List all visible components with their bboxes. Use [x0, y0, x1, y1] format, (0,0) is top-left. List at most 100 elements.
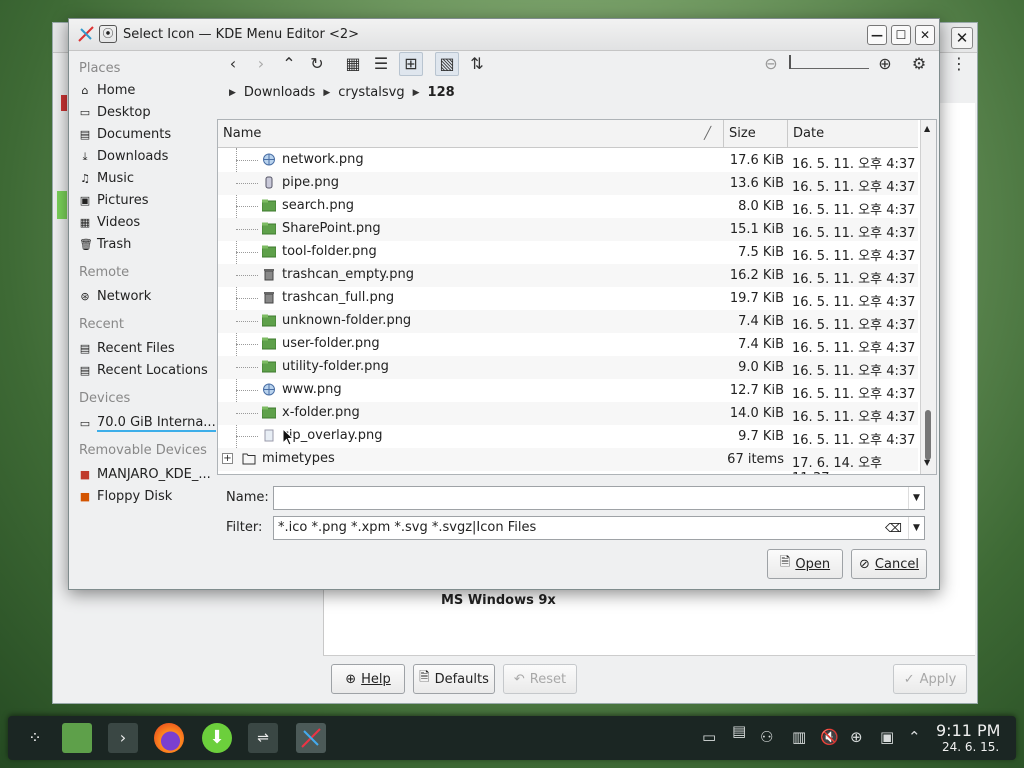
- icon-view-icon[interactable]: ▦: [341, 52, 365, 76]
- column-header: Name Size Date: [218, 120, 918, 148]
- cancel-button[interactable]: ⊘ Cancel: [851, 549, 927, 579]
- back-icon[interactable]: ‹: [221, 52, 245, 76]
- reload-icon[interactable]: ↻: [305, 52, 329, 76]
- clipboard-icon[interactable]: ▤: [732, 722, 746, 740]
- vertical-scrollbar[interactable]: ▲ ▼: [920, 120, 936, 474]
- place-pictures[interactable]: ▣ Pictures: [79, 193, 149, 208]
- place-downloads[interactable]: ⤓ Downloads: [79, 149, 169, 164]
- name-field[interactable]: ▼: [273, 486, 925, 510]
- drive-icon: ▭: [79, 417, 91, 430]
- minimize-button[interactable]: —: [867, 25, 887, 45]
- file-row[interactable]: trashcan_full.png 19.7 KiB 16. 5. 11. 오후 4…: [218, 287, 918, 310]
- zoom-out-icon[interactable]: ⊖: [759, 52, 783, 76]
- settings-icon[interactable]: ⇌: [248, 723, 278, 753]
- place-trash[interactable]: 🗑 Trash: [79, 237, 131, 252]
- download-manager-icon[interactable]: ⬇: [202, 723, 232, 753]
- crumb-crystalsvg[interactable]: crystalsvg: [338, 85, 404, 100]
- scroll-up-icon[interactable]: ▲: [924, 124, 930, 133]
- file-manager-icon[interactable]: [62, 723, 92, 753]
- column-name[interactable]: Name: [218, 120, 724, 148]
- terminal-icon[interactable]: ›: [108, 723, 138, 753]
- scrollbar-thumb[interactable]: [925, 410, 931, 460]
- detail-view-icon[interactable]: ☰: [369, 52, 393, 76]
- battery-icon[interactable]: ▥: [792, 728, 806, 746]
- cancel-icon: ⊘: [859, 556, 870, 572]
- apply-button[interactable]: ✓ Apply: [893, 664, 967, 694]
- clock-date[interactable]: 24. 6. 15.: [942, 740, 999, 754]
- network-globe-icon[interactable]: ⊕: [850, 728, 863, 746]
- file-row[interactable]: www.png 12.7 KiB 16. 5. 11. 오후 4:37: [218, 379, 918, 402]
- place-documents[interactable]: ▤ Documents: [79, 127, 171, 142]
- open-button[interactable]: 🗎 Open: [767, 549, 843, 579]
- help-button[interactable]: ⊕ Help: [331, 664, 405, 694]
- file-size: 13.6 KiB: [729, 176, 784, 191]
- connect-icon[interactable]: ⚇: [760, 728, 773, 746]
- file-date: 16. 5. 11. 오후 4:37: [792, 410, 916, 425]
- menu-icon[interactable]: ⦿: [99, 25, 117, 43]
- place-music[interactable]: ♫ Music: [79, 171, 134, 186]
- reset-button[interactable]: ↶ Reset: [503, 664, 577, 694]
- place-home[interactable]: ⌂ Home: [79, 83, 136, 98]
- tree-view-icon[interactable]: ⊞: [399, 52, 423, 76]
- app-launcher-icon[interactable]: ⁘: [20, 723, 50, 753]
- place-manjaro-usb[interactable]: ■ MANJARO_KDE_...: [79, 467, 211, 482]
- options-icon[interactable]: ⚙: [907, 52, 931, 76]
- place-internal-drive[interactable]: ▭ 70.0 GiB Interna...: [79, 415, 216, 432]
- chevron-down-icon[interactable]: ▼: [908, 517, 924, 539]
- volume-muted-icon[interactable]: 🔇: [820, 728, 839, 746]
- place-recent-locations[interactable]: ▤ Recent Locations: [79, 363, 208, 378]
- menu-dots-icon[interactable]: ⋮: [947, 52, 971, 76]
- file-row[interactable]: pipe.png 13.6 KiB 16. 5. 11. 오후 4:37: [218, 172, 918, 195]
- expand-tray-icon[interactable]: ⌃: [908, 728, 921, 746]
- maximize-button[interactable]: ☐: [891, 25, 911, 45]
- place-label: Floppy Disk: [97, 489, 173, 504]
- file-row[interactable]: unknown-folder.png 7.4 KiB 16. 5. 11. 오후 4…: [218, 310, 918, 333]
- place-floppy[interactable]: ■ Floppy Disk: [79, 489, 173, 504]
- place-videos[interactable]: ▦ Videos: [79, 215, 140, 230]
- clock-time[interactable]: 9:11 PM: [936, 721, 1000, 740]
- sort-icon[interactable]: ⇅: [465, 52, 489, 76]
- file-row[interactable]: x-folder.png 14.0 KiB 16. 5. 11. 오후 4:37: [218, 402, 918, 425]
- file-row[interactable]: SharePoint.png 15.1 KiB 16. 5. 11. 오후 4:37: [218, 218, 918, 241]
- filter-field[interactable]: *.ico *.png *.xpm *.svg *.svgz|Icon File…: [273, 516, 925, 540]
- defaults-button[interactable]: 🗎 Defaults: [413, 664, 495, 694]
- videos-icon: ▦: [79, 216, 91, 229]
- file-row[interactable]: mimetypes 67 items 17. 6. 14. 오후 11:37 +: [218, 448, 918, 474]
- file-row[interactable]: zip_overlay.png 9.7 KiB 16. 5. 11. 오후 4:37: [218, 425, 918, 448]
- chevron-down-icon[interactable]: ▼: [908, 487, 924, 509]
- kde-menu-editor-task-icon[interactable]: [296, 723, 326, 753]
- sort-indicator-icon: ╱: [704, 126, 712, 140]
- tree-branch: [236, 275, 258, 276]
- up-icon[interactable]: ⌃: [277, 52, 301, 76]
- display-icon[interactable]: ▣: [880, 728, 894, 746]
- place-desktop[interactable]: ▭ Desktop: [79, 105, 151, 120]
- close-button[interactable]: ✕: [915, 25, 935, 45]
- file-size: 67 items: [727, 452, 784, 467]
- crumb-downloads[interactable]: Downloads: [244, 85, 315, 100]
- firefox-icon[interactable]: [154, 723, 184, 753]
- place-label: Network: [97, 289, 152, 304]
- parent-close-button[interactable]: ✕: [951, 27, 973, 49]
- scroll-down-icon[interactable]: ▼: [924, 458, 930, 467]
- file-row[interactable]: trashcan_empty.png 16.2 KiB 16. 5. 11. 오후 …: [218, 264, 918, 287]
- section-places: Places: [79, 61, 121, 76]
- forward-icon[interactable]: ›: [249, 52, 273, 76]
- file-row[interactable]: tool-folder.png 7.5 KiB 16. 5. 11. 오후 4:37: [218, 241, 918, 264]
- window-icon[interactable]: ▭: [702, 728, 716, 746]
- file-size: 7.4 KiB: [738, 337, 784, 352]
- file-row[interactable]: network.png 17.6 KiB 16. 5. 11. 오후 4:37: [218, 149, 918, 172]
- file-row[interactable]: search.png 8.0 KiB 16. 5. 11. 오후 4:37: [218, 195, 918, 218]
- file-row[interactable]: utility-folder.png 9.0 KiB 16. 5. 11. 오후 4…: [218, 356, 918, 379]
- column-date[interactable]: Date: [788, 120, 918, 148]
- place-network[interactable]: ⊛ Network: [79, 289, 151, 304]
- expand-icon[interactable]: +: [222, 453, 233, 464]
- zoom-in-icon[interactable]: ⊕: [873, 52, 897, 76]
- clear-icon[interactable]: ⌫: [885, 517, 902, 539]
- place-recent-files[interactable]: ▤ Recent Files: [79, 341, 175, 356]
- column-size[interactable]: Size: [724, 120, 788, 148]
- zoom-slider-handle[interactable]: [789, 55, 791, 69]
- zoom-slider[interactable]: [789, 55, 869, 69]
- crumb-current[interactable]: 128: [428, 85, 455, 100]
- preview-icon[interactable]: ▧: [435, 52, 459, 76]
- file-row[interactable]: user-folder.png 7.4 KiB 16. 5. 11. 오후 4:37: [218, 333, 918, 356]
